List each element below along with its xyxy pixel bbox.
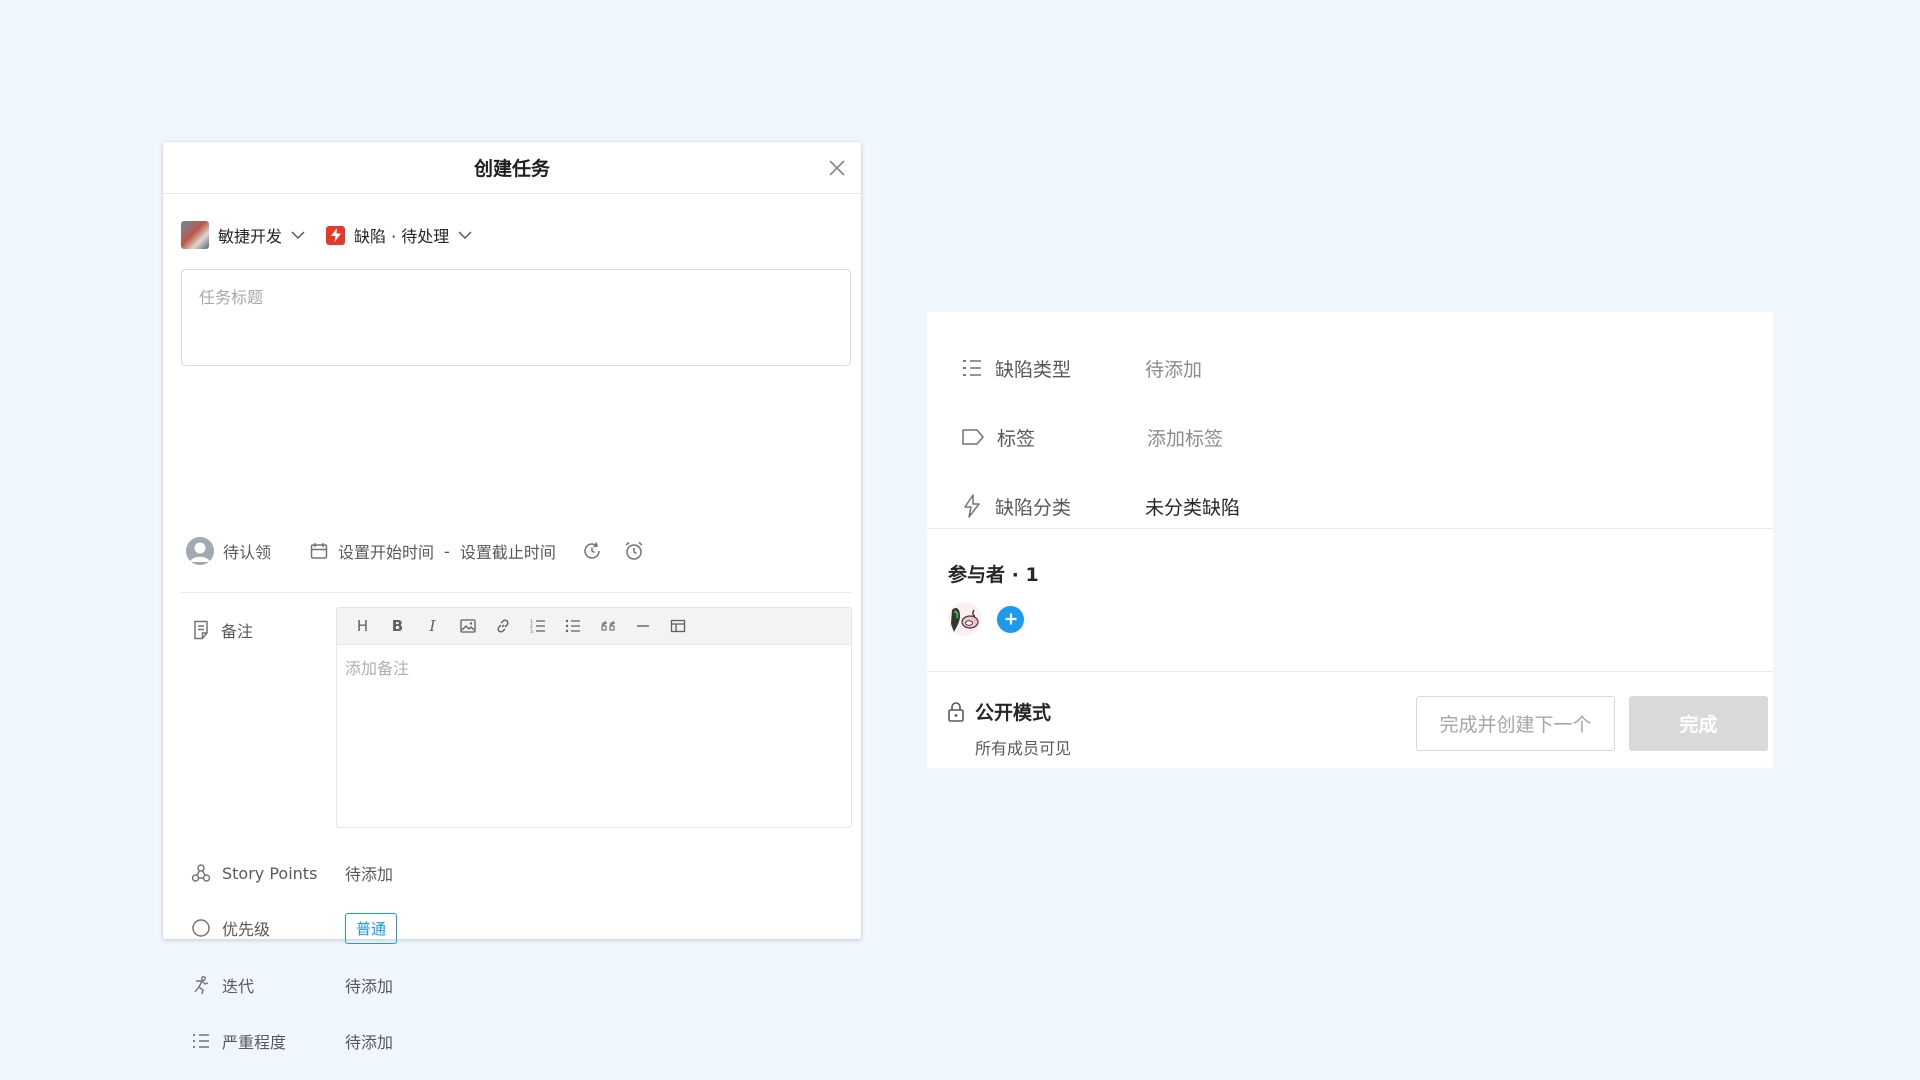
assignee-date-row: 待认领 设置开始时间 - 设置截止时间 — [186, 532, 645, 570]
list-icon — [191, 1031, 211, 1051]
chevron-down-icon — [457, 227, 473, 243]
table-icon[interactable] — [660, 611, 695, 641]
section-divider — [927, 528, 1773, 529]
bug-type-label: 缺陷类型 — [995, 358, 1072, 381]
bullet-list-icon[interactable] — [555, 611, 590, 641]
project-selector[interactable]: 敏捷开发 — [181, 221, 306, 249]
notes-editor: H B I 123 — [336, 607, 852, 828]
sprint-row: 迭代 待添加 — [191, 969, 393, 1001]
task-type-label: 缺陷 · 待处理 — [354, 227, 450, 246]
svg-text:3: 3 — [530, 629, 533, 633]
section-divider — [181, 592, 851, 593]
priority-tag[interactable]: 普通 — [345, 912, 398, 944]
alarm-icon[interactable] — [623, 540, 645, 562]
participants-list — [948, 602, 1024, 636]
priority-circle-icon — [191, 918, 211, 938]
calendar-icon — [309, 541, 329, 561]
tags-row: 标签 添加标签 — [961, 417, 1223, 457]
image-icon[interactable] — [450, 611, 485, 641]
story-points-value[interactable]: 待添加 — [345, 861, 393, 885]
visibility-title: 公开模式 — [975, 702, 1052, 724]
bug-category-row: 缺陷分类 未分类缺陷 — [961, 486, 1240, 526]
story-points-row: Story Points 待添加 — [191, 857, 393, 889]
story-points-label: Story Points — [222, 863, 318, 883]
create-next-button[interactable]: 完成并创建下一个 — [1416, 696, 1615, 751]
lightning-icon — [326, 225, 346, 245]
task-details-panel: 缺陷类型 待添加 标签 添加标签 缺陷分类 未分类缺陷 参与者 · 1 公开模式… — [927, 312, 1773, 768]
visibility-setting[interactable]: 公开模式 所有成员可见 — [947, 698, 1071, 759]
note-icon — [192, 620, 210, 640]
priority-label: 优先级 — [222, 920, 271, 939]
priority-row: 优先级 普通 — [191, 912, 398, 944]
visibility-text: 公开模式 所有成员可见 — [975, 698, 1071, 759]
heading-button[interactable]: H — [345, 611, 380, 641]
task-type-selector[interactable]: 缺陷 · 待处理 — [326, 223, 473, 247]
assignee-label[interactable]: 待认领 — [223, 539, 271, 563]
lock-icon — [947, 701, 965, 723]
add-tag-button[interactable]: 添加标签 — [1147, 424, 1223, 451]
dialog-header: 创建任务 — [163, 142, 861, 194]
participants-title: 参与者 · 1 — [948, 564, 1039, 586]
bug-type-value[interactable]: 待添加 — [1145, 355, 1202, 382]
section-divider — [927, 671, 1773, 672]
visibility-subtitle: 所有成员可见 — [975, 739, 1072, 758]
sprint-label: 迭代 — [222, 977, 255, 996]
notes-label-group: 备注 — [192, 618, 253, 642]
task-title-input[interactable] — [181, 269, 851, 366]
editor-toolbar: H B I 123 — [337, 608, 851, 645]
story-points-icon — [191, 863, 211, 883]
ordered-list-icon[interactable]: 123 — [520, 611, 555, 641]
close-icon[interactable] — [823, 154, 851, 182]
bold-button[interactable]: B — [380, 611, 415, 641]
start-date-button[interactable]: 设置开始时间 — [338, 539, 434, 563]
severity-label: 严重程度 — [222, 1033, 287, 1052]
assignee-avatar-icon[interactable] — [186, 537, 214, 565]
create-task-dialog: 创建任务 敏捷开发 缺陷 · 待处理 任务标题 待认领 设置开始时间 - 设置截… — [163, 142, 861, 1052]
project-type-row: 敏捷开发 缺陷 · 待处理 — [181, 218, 473, 252]
severity-row: 严重程度 待添加 — [191, 1025, 393, 1057]
end-date-button[interactable]: 设置截止时间 — [460, 539, 556, 563]
participant-avatar[interactable] — [948, 602, 982, 636]
list-icon — [961, 357, 983, 379]
italic-button[interactable]: I — [415, 611, 450, 641]
notes-label: 备注 — [221, 622, 254, 641]
chevron-down-icon — [290, 227, 306, 243]
done-button[interactable]: 完成 — [1629, 696, 1768, 751]
tag-icon — [961, 426, 985, 448]
lightning-outline-icon — [961, 494, 983, 518]
bug-category-value[interactable]: 未分类缺陷 — [1145, 493, 1240, 520]
date-separator: - — [444, 541, 450, 561]
quote-icon[interactable] — [590, 611, 625, 641]
project-name: 敏捷开发 — [218, 227, 283, 246]
tags-label: 标签 — [997, 427, 1036, 450]
sprint-icon — [191, 975, 211, 995]
divider-icon[interactable] — [625, 611, 660, 641]
bug-type-row: 缺陷类型 待添加 — [961, 348, 1202, 388]
add-participant-button[interactable] — [997, 605, 1024, 633]
project-avatar — [181, 221, 209, 249]
bug-category-label: 缺陷分类 — [995, 496, 1072, 519]
dialog-title: 创建任务 — [473, 158, 550, 180]
repeat-icon[interactable] — [581, 540, 603, 562]
link-icon[interactable] — [485, 611, 520, 641]
notes-input[interactable] — [337, 645, 851, 826]
sprint-value[interactable]: 待添加 — [345, 973, 393, 997]
severity-value[interactable]: 待添加 — [345, 1029, 393, 1053]
